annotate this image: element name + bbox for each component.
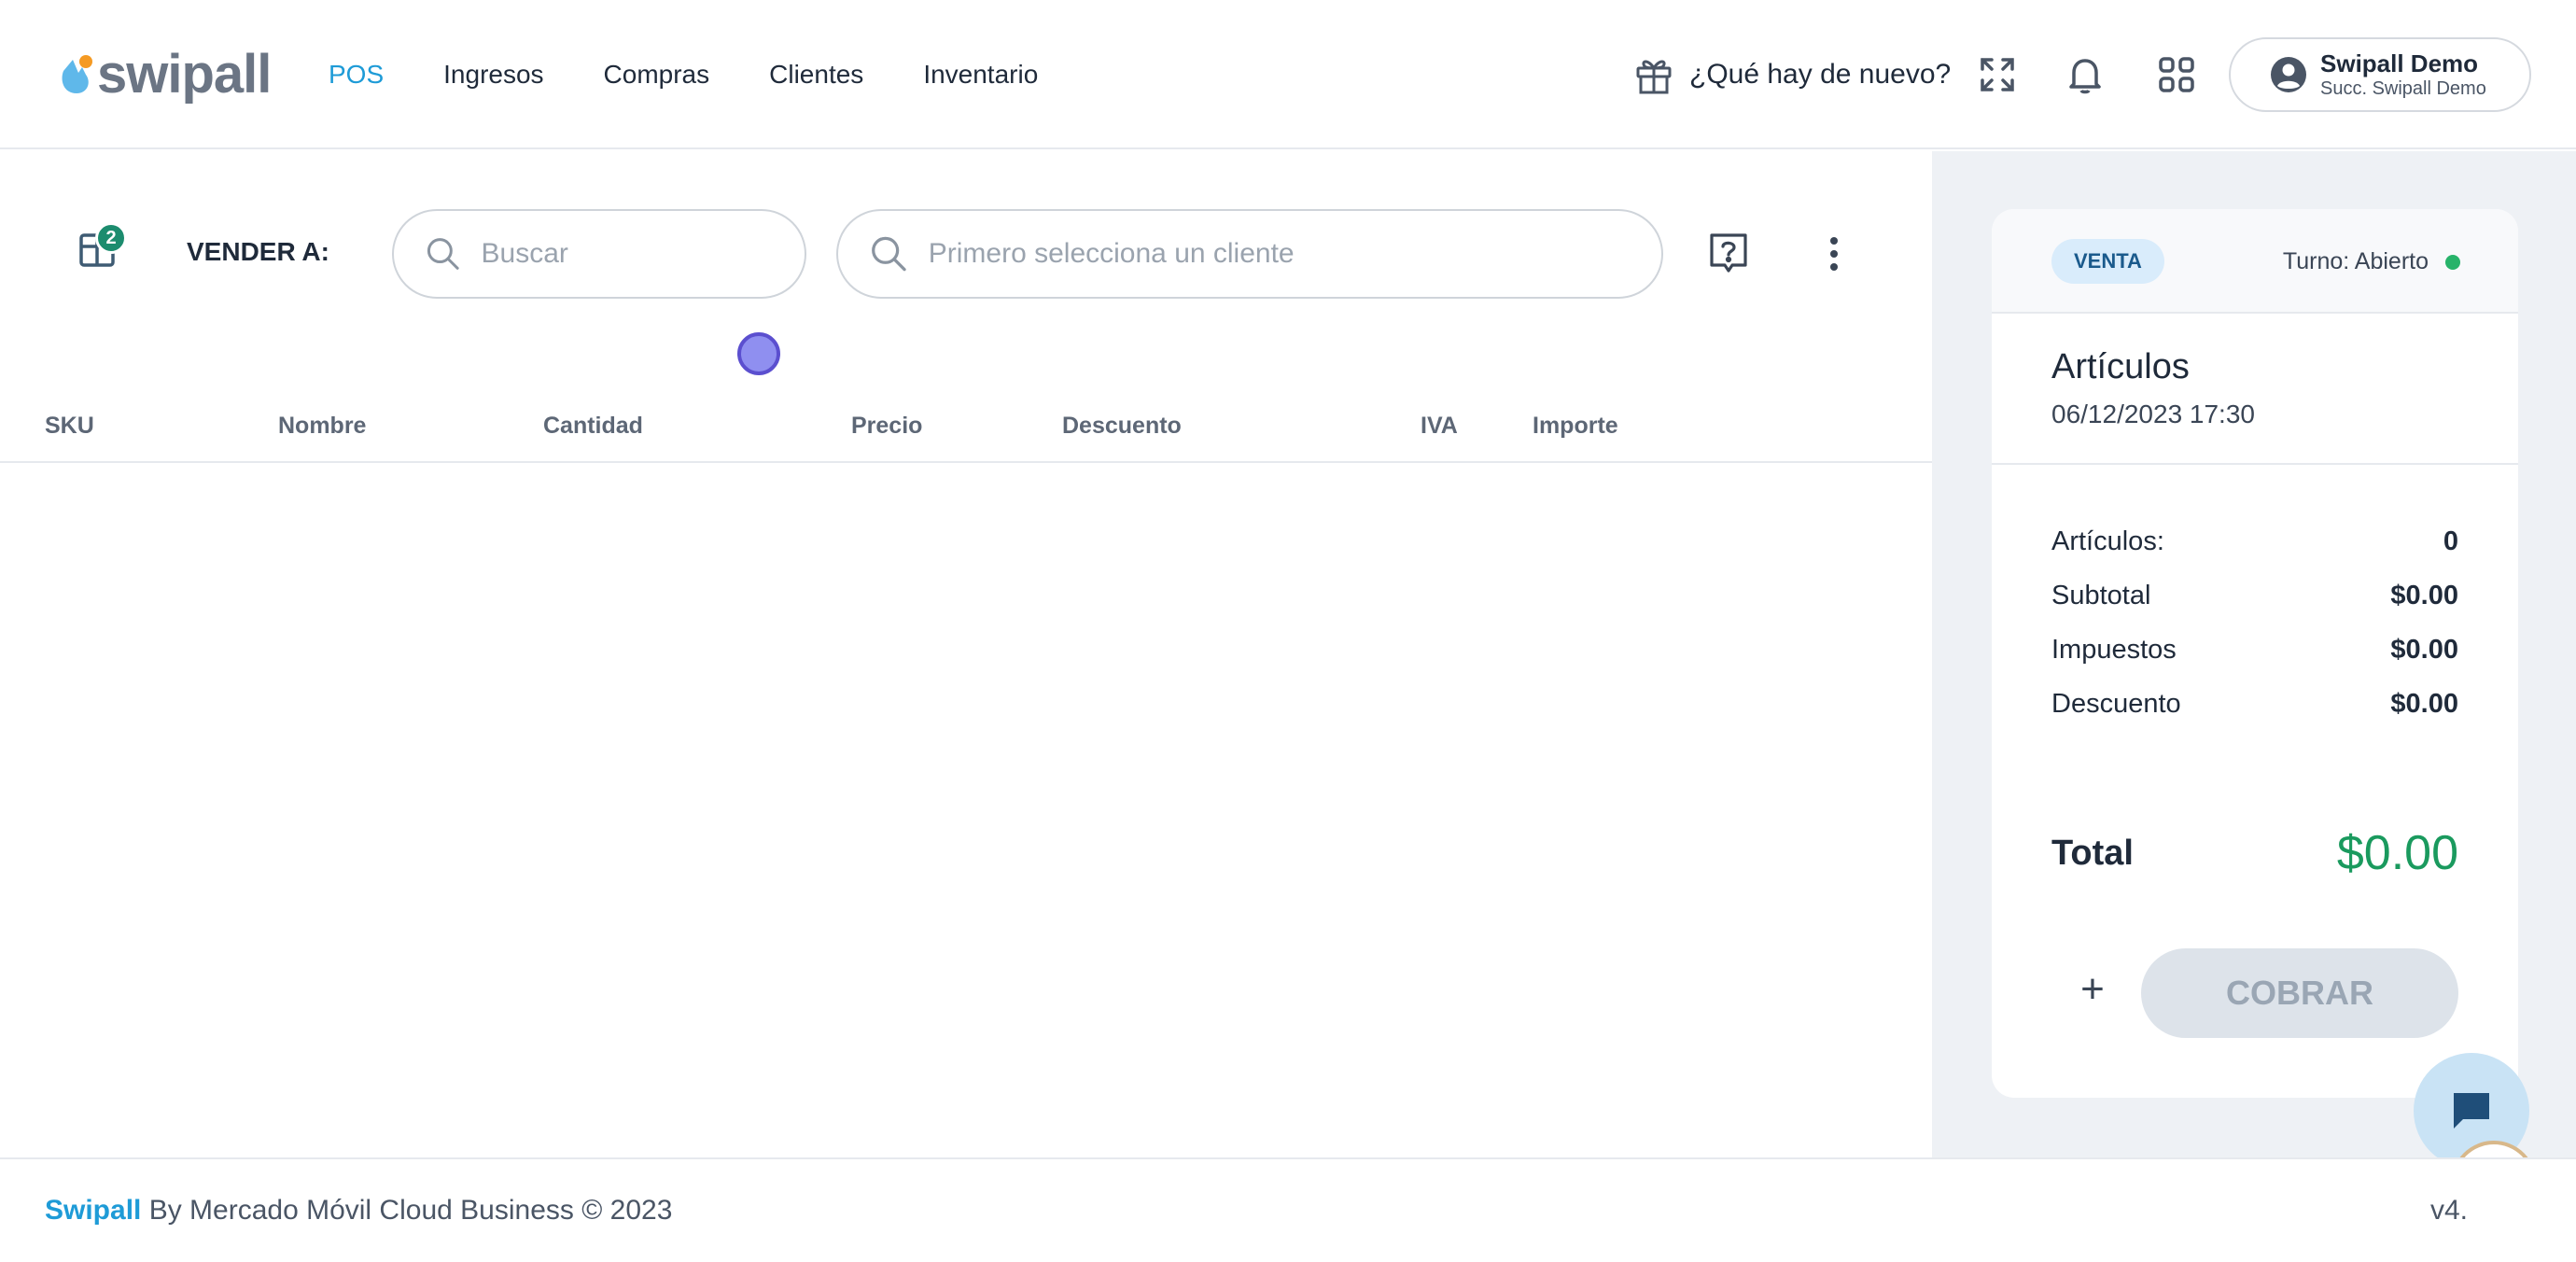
shift-status-label: Turno: Abierto	[2282, 248, 2429, 274]
user-circle-icon	[2271, 57, 2306, 92]
summary-row-descuento: Descuento $0.00	[2051, 689, 2458, 720]
main-nav: POS Ingresos Compras Clientes Inventario	[329, 54, 1098, 95]
summary-label: Subtotal	[2051, 581, 2151, 610]
swipall-logo-mark-icon	[62, 55, 92, 93]
bell-icon[interactable]	[2063, 52, 2107, 97]
summary-value: $0.00	[2390, 689, 2458, 719]
nav-pos[interactable]: POS	[329, 54, 384, 95]
nav-clientes[interactable]: Clientes	[769, 54, 863, 95]
logo-text: swipall	[97, 44, 272, 105]
col-iva: IVA	[1421, 413, 1458, 439]
gift-icon	[1636, 60, 1672, 94]
page-footer: Swipall By Mercado Móvil Cloud Business …	[0, 1157, 2576, 1262]
user-menu[interactable]: Swipall Demo Succ. Swipall Demo	[2229, 37, 2531, 112]
col-importe: Importe	[1533, 413, 1618, 439]
charge-button[interactable]: COBRAR	[2141, 948, 2458, 1038]
summary-label: Descuento	[2051, 689, 2181, 719]
col-precio: Precio	[851, 413, 923, 439]
total-value: $0.00	[2336, 826, 2458, 880]
chat-icon	[2454, 1093, 2489, 1129]
nav-ingresos[interactable]: Ingresos	[443, 54, 543, 95]
help-question-icon[interactable]	[1708, 231, 1753, 276]
sell-to-label: VENDER A:	[187, 237, 329, 266]
col-nombre: Nombre	[278, 413, 367, 439]
summary-value: 0	[2443, 526, 2458, 556]
summary-title: Artículos	[2051, 347, 2190, 386]
app-version: v4.	[2430, 1195, 2469, 1226]
pos-main-area: 2 VENDER A: SKU Nombre Cantidad Precio D…	[0, 151, 1932, 1157]
summary-datetime: 06/12/2023 17:30	[2051, 400, 2255, 428]
col-descuento: Descuento	[1062, 413, 1182, 439]
summary-row-subtotal: Subtotal $0.00	[2051, 581, 2458, 611]
shift-status-dot	[2445, 254, 2460, 270]
user-name: Swipall Demo	[2320, 49, 2479, 77]
summary-total: Total $0.00	[2051, 825, 2458, 881]
top-header: swipall POS Ingresos Compras Clientes In…	[0, 0, 2576, 149]
product-search-input[interactable]	[481, 238, 805, 270]
total-label: Total	[2051, 833, 2134, 873]
col-cantidad: Cantidad	[543, 413, 643, 439]
sale-type-badge: VENTA	[2051, 239, 2164, 284]
summary-label: Impuestos	[2051, 635, 2177, 665]
client-search[interactable]	[836, 209, 1663, 299]
apps-grid-icon[interactable]	[2154, 52, 2199, 97]
footer-brand[interactable]: Swipall	[45, 1195, 141, 1226]
nav-inventario[interactable]: Inventario	[923, 54, 1038, 95]
summary-value: $0.00	[2390, 635, 2458, 665]
swipall-logo[interactable]: swipall	[58, 44, 272, 105]
user-branch: Succ. Swipall Demo	[2320, 78, 2486, 99]
summary-row-articulos: Artículos: 0	[2051, 526, 2458, 557]
sale-summary-card: VENTA Turno: Abierto Artículos 06/12/202…	[1992, 209, 2518, 1098]
search-icon	[427, 238, 459, 270]
summary-label: Artículos:	[2051, 526, 2164, 556]
col-sku: SKU	[45, 413, 94, 439]
summary-value: $0.00	[2390, 581, 2458, 610]
whats-new-label: ¿Qué hay de nuevo?	[1689, 59, 1952, 90]
search-icon	[872, 236, 906, 272]
product-search[interactable]	[392, 209, 806, 299]
add-button[interactable]: +	[2070, 966, 2115, 1012]
whats-new-link[interactable]: ¿Qué hay de nuevo?	[1635, 49, 1951, 101]
pointer-indicator	[737, 332, 780, 375]
summary-row-impuestos: Impuestos $0.00	[2051, 635, 2458, 666]
sale-summary-panel: VENTA Turno: Abierto Artículos 06/12/202…	[1932, 151, 2576, 1157]
nav-compras[interactable]: Compras	[604, 54, 710, 95]
footer-text: By Mercado Móvil Cloud Business © 2023	[141, 1195, 673, 1226]
fullscreen-icon[interactable]	[1975, 52, 2020, 97]
more-options-icon[interactable]	[1820, 231, 1848, 276]
shift-status: Turno: Abierto	[2283, 248, 2460, 275]
client-search-input[interactable]	[928, 238, 1661, 270]
items-table-header: SKU Nombre Cantidad Precio Descuento IVA…	[0, 388, 1932, 463]
footer-copyright: Swipall By Mercado Móvil Cloud Business …	[45, 1195, 672, 1227]
open-sales-badge: 2	[95, 222, 127, 254]
